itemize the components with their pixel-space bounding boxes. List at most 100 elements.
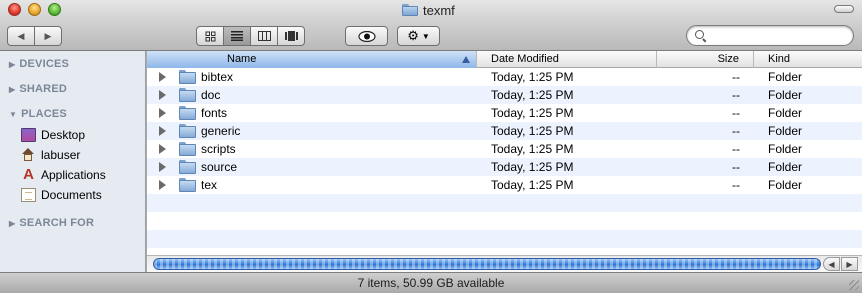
sidebar: ▶ DEVICES ▶ SHARED ▼ PLACES Desktop labu… xyxy=(0,51,146,272)
disclosure-triangle-icon[interactable] xyxy=(159,72,166,82)
column-header-name[interactable]: Name xyxy=(147,51,477,68)
file-kind: Folder xyxy=(768,124,803,138)
file-name: scripts xyxy=(201,142,236,156)
file-row[interactable]: tex Today, 1:25 PM -- Folder xyxy=(147,176,862,194)
forward-arrow-icon: ▶ xyxy=(44,30,52,41)
search-field[interactable] xyxy=(686,25,854,46)
disclosure-triangle-icon[interactable] xyxy=(159,126,166,136)
sidebar-item-applications[interactable]: A Applications xyxy=(21,166,106,183)
sidebar-item-labuser[interactable]: labuser xyxy=(21,146,80,163)
search-icon xyxy=(695,30,704,39)
window-title: texmf xyxy=(402,1,455,19)
back-arrow-icon: ◀ xyxy=(17,30,25,41)
column-header-label: Kind xyxy=(768,53,791,65)
disclosure-triangle-icon[interactable] xyxy=(159,162,166,172)
column-header-row: Name Date Modified Size Kind xyxy=(147,51,862,68)
file-row[interactable]: bibtex Today, 1:25 PM -- Folder xyxy=(147,68,862,86)
scroll-right-button[interactable]: ▶ xyxy=(841,257,858,271)
file-name: source xyxy=(201,160,238,174)
column-view-button[interactable] xyxy=(250,27,277,45)
back-button[interactable]: ◀ xyxy=(8,27,34,45)
scrollbar-thumb[interactable] xyxy=(153,258,821,270)
empty-row xyxy=(147,194,862,212)
file-kind: Folder xyxy=(768,88,803,102)
icon-view-button[interactable] xyxy=(197,27,223,45)
file-size: -- xyxy=(732,88,740,102)
disclosure-triangle-icon[interactable] xyxy=(159,108,166,118)
disclosure-triangle-icon[interactable] xyxy=(159,144,166,154)
file-size: -- xyxy=(732,178,740,192)
home-icon xyxy=(21,147,36,162)
close-window-button[interactable] xyxy=(8,3,21,16)
sidebar-section-places[interactable]: ▼ PLACES xyxy=(9,108,67,120)
coverflow-view-icon xyxy=(284,31,298,41)
minimize-window-button[interactable] xyxy=(28,3,41,16)
file-date: Today, 1:25 PM xyxy=(491,70,574,84)
file-kind: Folder xyxy=(768,106,803,120)
quick-look-button[interactable] xyxy=(345,26,388,46)
documents-icon xyxy=(21,187,36,202)
file-row[interactable]: source Today, 1:25 PM -- Folder xyxy=(147,158,862,176)
sidebar-section-devices[interactable]: ▶ DEVICES xyxy=(9,58,69,70)
view-mode-control xyxy=(196,26,305,46)
resize-grip-icon[interactable] xyxy=(849,280,859,290)
right-arrow-icon: ▶ xyxy=(846,259,853,269)
file-size: -- xyxy=(732,70,740,84)
file-row[interactable]: generic Today, 1:25 PM -- Folder xyxy=(147,122,862,140)
disclosure-triangle-icon[interactable] xyxy=(159,180,166,190)
file-kind: Folder xyxy=(768,142,803,156)
column-header-label: Name xyxy=(227,53,257,65)
applications-icon: A xyxy=(23,165,34,183)
file-row[interactable]: fonts Today, 1:25 PM -- Folder xyxy=(147,104,862,122)
file-size: -- xyxy=(732,106,740,120)
empty-row xyxy=(147,212,862,230)
action-menu-button[interactable]: ⚙ ▼ xyxy=(397,26,440,46)
sidebar-section-shared[interactable]: ▶ SHARED xyxy=(9,83,67,95)
zoom-window-button[interactable] xyxy=(48,3,61,16)
file-date: Today, 1:25 PM xyxy=(491,124,574,138)
file-kind: Folder xyxy=(768,160,803,174)
status-text: 7 items, 50.99 GB available xyxy=(357,276,505,290)
sidebar-section-label: SHARED xyxy=(19,83,68,95)
column-header-kind[interactable]: Kind xyxy=(754,51,862,68)
file-row[interactable]: scripts Today, 1:25 PM -- Folder xyxy=(147,140,862,158)
file-date: Today, 1:25 PM xyxy=(491,142,574,156)
scroll-left-button[interactable]: ◀ xyxy=(823,257,840,271)
disclosure-triangle-icon[interactable] xyxy=(159,90,166,100)
column-header-date[interactable]: Date Modified xyxy=(477,51,657,68)
file-date: Today, 1:25 PM xyxy=(491,88,574,102)
file-name: generic xyxy=(201,124,241,138)
sort-ascending-icon xyxy=(462,56,470,63)
file-date: Today, 1:25 PM xyxy=(491,160,574,174)
file-name: tex xyxy=(201,178,218,192)
sidebar-item-label: labuser xyxy=(41,147,81,162)
chevron-down-icon: ▼ xyxy=(421,31,430,41)
sidebar-item-label: Desktop xyxy=(41,127,86,142)
gear-icon: ⚙ xyxy=(407,28,419,43)
list-view-button[interactable] xyxy=(223,27,250,45)
file-row[interactable]: doc Today, 1:25 PM -- Folder xyxy=(147,86,862,104)
file-size: -- xyxy=(732,124,740,138)
folder-icon xyxy=(402,4,418,16)
column-header-size[interactable]: Size xyxy=(657,51,754,68)
sidebar-item-documents[interactable]: Documents xyxy=(21,186,102,203)
column-header-label: Size xyxy=(717,53,739,65)
file-size: -- xyxy=(732,160,740,174)
coverflow-view-button[interactable] xyxy=(277,27,304,45)
desktop-icon xyxy=(21,127,36,142)
horizontal-scrollbar[interactable]: ◀ ▶ xyxy=(147,255,862,272)
sidebar-item-label: Applications xyxy=(41,167,106,182)
left-arrow-icon: ◀ xyxy=(828,259,835,269)
window-title-text: texmf xyxy=(423,2,455,18)
file-list: Name Date Modified Size Kind bibtex Toda… xyxy=(147,51,862,272)
eye-icon xyxy=(357,30,376,42)
file-rows: bibtex Today, 1:25 PM -- Folder doc Toda… xyxy=(147,68,862,248)
sidebar-section-search-for[interactable]: ▶ SEARCH FOR xyxy=(9,217,94,229)
forward-button[interactable]: ▶ xyxy=(34,27,61,45)
file-kind: Folder xyxy=(768,178,803,192)
title-toolbar: texmf ◀ ▶ ⚙ ▼ xyxy=(0,0,862,51)
column-header-label: Date Modified xyxy=(491,53,559,65)
file-name: fonts xyxy=(201,106,228,120)
toolbar-toggle-button[interactable] xyxy=(834,5,854,13)
sidebar-item-desktop[interactable]: Desktop xyxy=(21,126,85,143)
